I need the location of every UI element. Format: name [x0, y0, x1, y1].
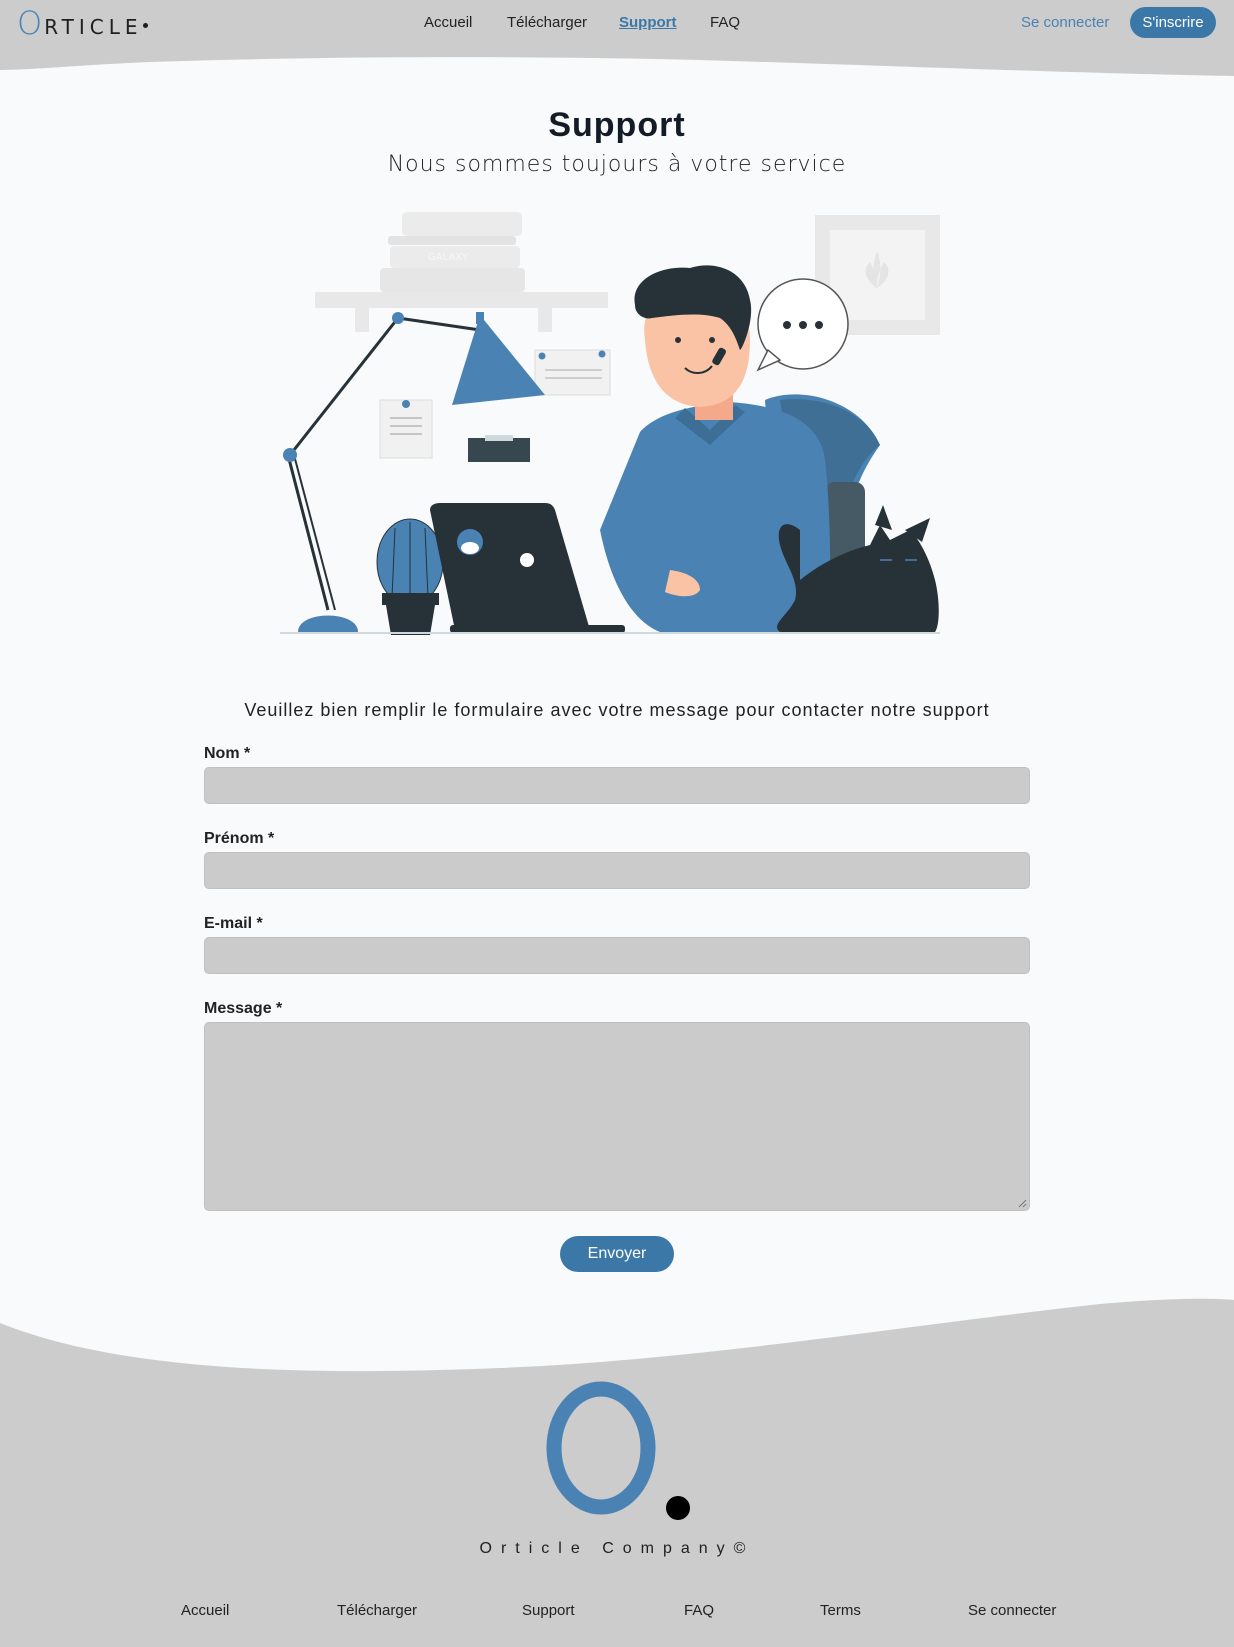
- support-agent-illustration: GALAXY: [280, 212, 940, 635]
- site-header: O RTICLE Accueil Télécharger Support FAQ…: [0, 0, 1234, 80]
- footer-link-faq[interactable]: FAQ: [684, 1602, 714, 1619]
- footer-link-terms[interactable]: Terms: [820, 1602, 861, 1619]
- nom-label: Nom *: [204, 745, 251, 762]
- email-input[interactable]: [204, 937, 1030, 974]
- prenom-label: Prénom *: [204, 830, 275, 847]
- nav-item-accueil[interactable]: Accueil: [424, 14, 472, 31]
- nav-item-telecharger[interactable]: Télécharger: [507, 14, 587, 31]
- cactus-icon: [376, 518, 444, 635]
- page-subtitle: Nous sommes toujours à votre service: [387, 152, 847, 177]
- footer-link-support[interactable]: Support: [522, 1602, 575, 1619]
- speech-bubble-icon: [756, 278, 849, 372]
- send-button[interactable]: Envoyer: [560, 1236, 674, 1272]
- laptop-icon: [430, 503, 625, 633]
- page-title: Support: [548, 106, 686, 144]
- book-label: GALAXY: [428, 252, 469, 263]
- support-contact-form: Nom * Prénom * E-mail * Message *: [204, 745, 1030, 1211]
- footer-logo[interactable]: [540, 1380, 705, 1520]
- nav-item-support[interactable]: Support: [619, 14, 677, 31]
- email-label: E-mail *: [204, 915, 263, 932]
- login-link[interactable]: Se connecter: [1021, 14, 1109, 31]
- footer-company-name: Orticle Company©: [479, 1540, 755, 1557]
- footer-link-accueil[interactable]: Accueil: [181, 1602, 229, 1619]
- shelf-icon: GALAXY: [315, 212, 608, 332]
- message-label: Message *: [204, 1000, 283, 1017]
- footer-link-telecharger[interactable]: Télécharger: [337, 1602, 417, 1619]
- header-wave-background: [0, 0, 1234, 76]
- message-textarea[interactable]: [204, 1022, 1030, 1211]
- prenom-input[interactable]: [204, 852, 1030, 889]
- nav-item-faq[interactable]: FAQ: [710, 14, 740, 31]
- nom-input[interactable]: [204, 767, 1030, 804]
- form-intro-text: Veuillez bien remplir le formulaire avec…: [244, 700, 990, 720]
- signup-button[interactable]: S'inscrire: [1130, 7, 1216, 38]
- footer-link-login[interactable]: Se connecter: [968, 1602, 1056, 1619]
- resize-grip-icon[interactable]: [1018, 1199, 1027, 1208]
